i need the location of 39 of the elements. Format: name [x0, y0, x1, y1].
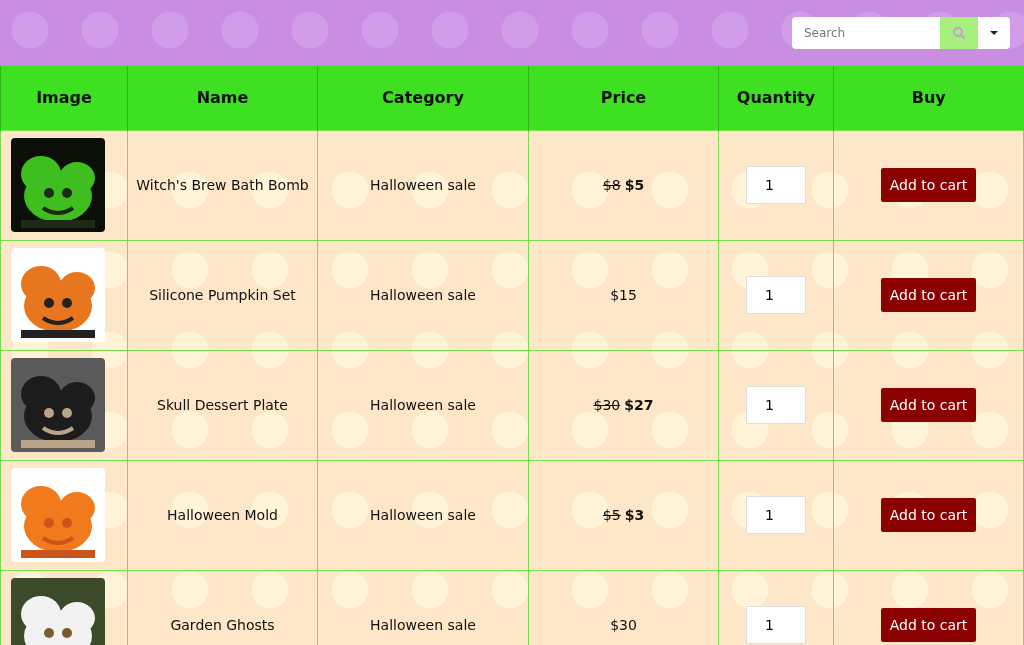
product-name: Skull Dessert Plate — [157, 397, 288, 413]
category-text: Halloween sale — [370, 617, 476, 633]
price-text: $15 — [610, 287, 637, 303]
price-text: $3 — [624, 507, 645, 523]
category-text: Halloween sale — [370, 507, 476, 523]
add-to-cart-button[interactable]: Add to cart — [880, 168, 977, 202]
quantity-field[interactable]: 1 — [746, 276, 806, 314]
add-to-cart-button[interactable]: Add to cart — [880, 498, 977, 532]
category-text: Halloween sale — [370, 397, 476, 413]
search-icon — [952, 26, 966, 40]
dropdown-button[interactable] — [978, 17, 1010, 49]
column-header: Category — [382, 88, 464, 108]
original-price: $8 — [602, 177, 621, 193]
price-text: $27 — [624, 397, 654, 413]
column-header: Name — [196, 88, 249, 108]
add-to-cart-button[interactable]: Add to cart — [880, 278, 977, 312]
search-button[interactable] — [940, 17, 978, 49]
product-name: Garden Ghosts — [170, 617, 275, 633]
add-to-cart-button[interactable]: Add to cart — [880, 608, 977, 642]
quantity-field[interactable]: 1 — [746, 166, 806, 204]
column-header: Buy — [911, 88, 946, 108]
column-header: Price — [600, 88, 647, 108]
price-text: $5 — [624, 177, 645, 193]
category-text: Halloween sale — [370, 287, 476, 303]
column-header: Image — [36, 88, 92, 108]
column-header: Quantity — [736, 88, 816, 108]
quantity-field[interactable]: 1 — [746, 386, 806, 424]
product-name: Witch's Brew Bath Bomb — [136, 177, 309, 193]
quantity-field[interactable]: 1 — [746, 606, 806, 644]
caret-icon — [989, 30, 999, 36]
quantity-field[interactable]: 1 — [746, 496, 806, 534]
product-name: Silicone Pumpkin Set — [149, 287, 296, 303]
product-name: Halloween Mold — [167, 507, 278, 523]
original-price: $30 — [593, 397, 621, 413]
category-text: Halloween sale — [370, 177, 476, 193]
price-text: $30 — [610, 617, 637, 633]
add-to-cart-button[interactable]: Add to cart — [880, 388, 977, 422]
original-price: $5 — [602, 507, 621, 523]
search-field[interactable]: Search — [792, 17, 940, 49]
